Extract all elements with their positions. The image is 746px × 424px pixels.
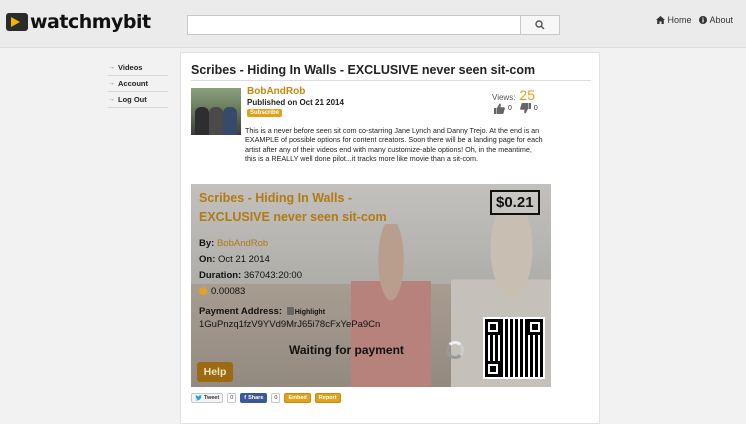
qr-finder	[527, 319, 543, 335]
arrow-right-icon: →	[108, 64, 115, 71]
video-panel: Scribes - Hiding In Walls - EXCLUSIVE ne…	[180, 52, 600, 424]
thumbs-down-icon	[520, 103, 531, 114]
video-description: This is a never before seen sit com co-s…	[245, 126, 543, 164]
subscribe-button[interactable]: Subscribe	[247, 109, 283, 117]
video-title: Scribes - Hiding In Walls - EXCLUSIVE ne…	[191, 63, 536, 77]
bitcoin-icon	[199, 287, 207, 295]
paywall-duration-row: Duration: 367043:20:00	[199, 270, 302, 281]
duration-value: 367043:20:00	[243, 270, 302, 281]
like-button[interactable]: 0	[494, 103, 512, 114]
clipboard-icon	[286, 307, 294, 315]
paywall-by-row: By: BobAndRob	[199, 238, 268, 249]
search-input[interactable]	[187, 15, 520, 35]
views-count: 25	[519, 87, 535, 103]
sidebar: → Videos → Account → Log Out	[108, 60, 168, 108]
tweet-button[interactable]: Tweet	[191, 393, 224, 403]
sidebar-item-videos[interactable]: → Videos	[108, 60, 168, 76]
qr-finder	[485, 361, 501, 377]
payment-address-row: Payment Address: Highlight	[199, 306, 325, 317]
views-counter: Views: 25	[492, 87, 535, 103]
btc-amount: 0.00083	[211, 286, 246, 297]
play-logo-icon	[6, 13, 28, 31]
top-bar: watchmybit Home About	[0, 0, 746, 48]
qr-code-modules	[485, 319, 543, 377]
info-icon	[699, 16, 708, 24]
facebook-share-button[interactable]: f Share	[240, 393, 268, 403]
tweet-count: 0	[227, 393, 237, 403]
sidebar-item-label: Log Out	[118, 95, 147, 104]
sidebar-item-account[interactable]: → Account	[108, 76, 168, 92]
sidebar-item-label: Account	[118, 79, 148, 88]
published-date: Published on Oct 21 2014	[247, 98, 344, 107]
nav-about-label: About	[709, 15, 733, 25]
site-logo[interactable]: watchmybit	[6, 10, 151, 34]
qr-finder	[485, 319, 501, 335]
author-link[interactable]: BobAndRob	[247, 86, 305, 97]
vote-buttons: 0 0	[494, 103, 538, 114]
twitter-bird-icon	[195, 395, 202, 401]
dislike-count: 0	[533, 105, 538, 112]
arrow-right-icon: →	[108, 96, 115, 103]
share-bar: Tweet 0 f Share 0 Embed Report	[191, 393, 341, 403]
home-icon	[656, 16, 666, 24]
on-label: On:	[199, 254, 216, 265]
paywall-title-line1: Scribes - Hiding In Walls -	[199, 191, 353, 205]
top-nav: Home About	[656, 15, 733, 25]
loading-spinner-icon	[446, 341, 464, 359]
on-value: Oct 21 2014	[218, 254, 270, 265]
nav-home-link[interactable]: Home	[656, 15, 691, 25]
by-label: By:	[199, 238, 215, 249]
payment-address[interactable]: 1GuPnzq1fzV9YVd9MrJ65i78cFxYePa9Cn	[199, 319, 380, 330]
nav-home-label: Home	[667, 15, 692, 25]
search-bar	[187, 15, 560, 35]
sidebar-item-logout[interactable]: → Log Out	[108, 92, 168, 108]
title-divider	[191, 80, 591, 81]
video-player[interactable]: Scribes - Hiding In Walls - EXCLUSIVE ne…	[191, 184, 551, 387]
payment-address-label: Payment Address:	[199, 306, 283, 317]
paywall-on-row: On: Oct 21 2014	[199, 254, 270, 265]
facebook-share-count: 0	[271, 393, 281, 403]
facebook-icon: f	[244, 395, 247, 401]
like-count: 0	[508, 105, 512, 112]
paywall-amount-row: 0.00083	[199, 286, 245, 297]
embed-button[interactable]: Embed	[284, 393, 311, 403]
views-label: Views:	[492, 93, 516, 102]
paywall-title: Scribes - Hiding In Walls - EXCLUSIVE ne…	[199, 189, 459, 227]
logo-text: watchmybit	[30, 11, 151, 33]
nav-about-link[interactable]: About	[699, 15, 733, 25]
tweet-label: Tweet	[204, 395, 220, 401]
highlight-button[interactable]: Highlight	[286, 307, 326, 316]
waiting-status: Waiting for payment	[289, 343, 404, 357]
report-button[interactable]: Report	[314, 393, 341, 403]
search-button[interactable]	[520, 15, 560, 35]
paywall-title-line2: EXCLUSIVE never seen sit-com	[199, 210, 387, 224]
channel-avatar[interactable]	[191, 88, 241, 135]
qr-code	[483, 317, 545, 379]
price-tag: $0.21	[490, 190, 540, 215]
facebook-share-label: Share	[248, 395, 264, 401]
by-value: BobAndRob	[216, 238, 269, 249]
highlight-label: Highlight	[294, 309, 326, 316]
thumbs-up-icon	[494, 103, 505, 114]
sidebar-item-label: Videos	[118, 63, 143, 72]
duration-label: Duration:	[199, 270, 242, 281]
help-button[interactable]: Help	[197, 362, 233, 382]
search-icon	[535, 20, 545, 30]
arrow-right-icon: →	[108, 80, 115, 87]
dislike-button[interactable]: 0	[520, 103, 538, 114]
